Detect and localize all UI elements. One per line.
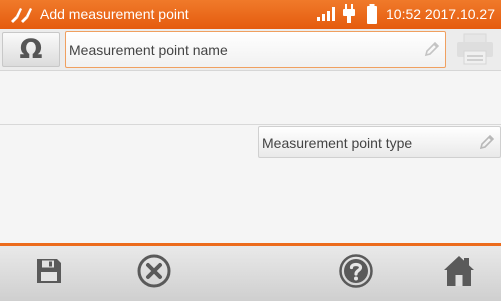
printer-icon[interactable] — [455, 33, 495, 71]
measurement-point-name-field[interactable]: Measurement point name — [65, 31, 446, 68]
title-bar: Add measurement point 10:52 2017.10.27 — [0, 0, 501, 29]
measurement-point-type-placeholder: Measurement point type — [262, 135, 413, 151]
measurement-point-name-placeholder: Measurement point name — [69, 42, 228, 58]
plug-icon — [342, 4, 356, 29]
cancel-icon — [137, 254, 171, 293]
pencil-icon[interactable] — [423, 40, 441, 63]
home-icon — [443, 255, 475, 292]
bottom-toolbar — [0, 246, 501, 301]
cancel-button[interactable] — [124, 246, 184, 301]
resistance-button[interactable]: Ω — [2, 32, 60, 67]
help-button[interactable] — [326, 246, 386, 301]
save-icon — [36, 258, 62, 289]
pencil-icon[interactable] — [478, 133, 496, 156]
save-button[interactable] — [19, 246, 79, 301]
probes-icon — [8, 5, 34, 25]
window-title: Add measurement point — [40, 6, 189, 22]
clock-datetime: 10:52 2017.10.27 — [386, 6, 495, 22]
battery-icon — [366, 4, 378, 30]
help-icon — [339, 254, 373, 293]
signal-icon — [316, 6, 336, 27]
point-toolbar: Ω Measurement point name — [0, 29, 501, 71]
home-button[interactable] — [429, 246, 489, 301]
measurement-point-type-field[interactable]: Measurement point type — [258, 126, 501, 158]
section-divider — [0, 124, 501, 125]
